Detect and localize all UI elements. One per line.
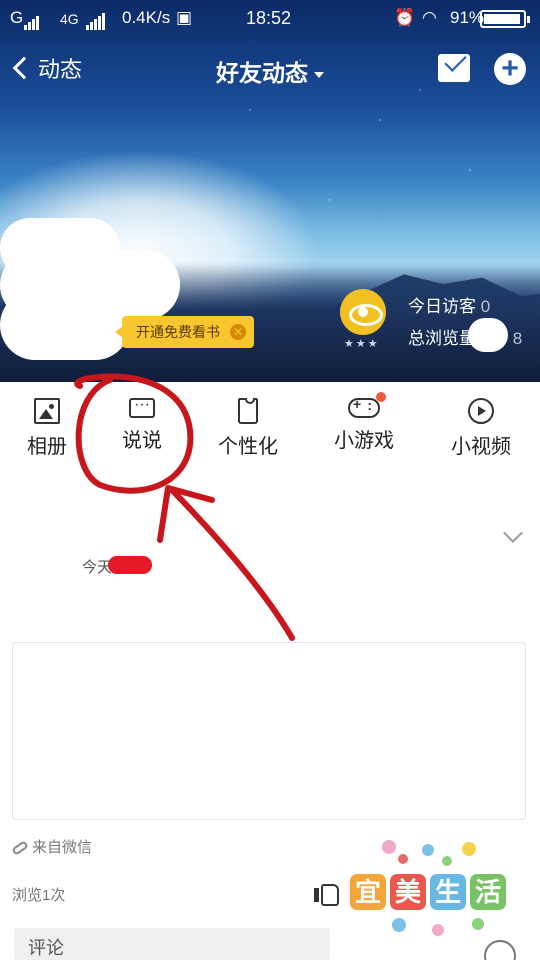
flower-decoration (462, 842, 476, 856)
tab-label: 小游戏 (334, 430, 394, 452)
tab-games[interactable]: 小游戏 (306, 382, 422, 472)
dropdown-caret-icon (314, 71, 324, 78)
visitors-today-value: 0 (480, 297, 491, 316)
flower-decoration (382, 840, 396, 854)
signal-icon (24, 10, 40, 30)
tab-short-video[interactable]: 小视频 (422, 382, 540, 472)
annotation-arrow-head (157, 485, 215, 543)
tab-label: 小视频 (451, 436, 511, 458)
chat-bubble-icon (129, 396, 155, 418)
flower-decoration (392, 918, 406, 932)
comment-input[interactable]: 评论 (14, 928, 330, 960)
add-icon[interactable]: + (494, 53, 526, 85)
photo-album-icon (34, 398, 60, 424)
post-source-text: 来自微信 (32, 839, 93, 856)
tab-label: 相册 (27, 436, 67, 458)
carrier-label-2: 4G (60, 11, 79, 27)
notification-dot (376, 392, 386, 402)
link-icon (11, 840, 29, 856)
visitors-today-label: 今日访客 (408, 297, 476, 316)
vip-promo-pill[interactable]: 开通免费看书 ✕ (115, 316, 254, 348)
feature-toolbar: 相册 说说 个性化 小游戏 小视频 (0, 382, 540, 472)
page-title-text: 好友动态 (216, 60, 308, 86)
vip-promo-text: 开通免费看书 (136, 324, 220, 340)
annotation-arrow-shaft (169, 487, 295, 641)
tab-personalize[interactable]: 个性化 (190, 382, 306, 472)
gamepad-icon (348, 396, 380, 418)
post-source: 来自微信 (11, 836, 93, 857)
total-views-value: 8 (512, 329, 523, 348)
battery-percent: 91% (450, 8, 485, 27)
watermark-char: 生 (430, 874, 466, 910)
close-icon[interactable]: ✕ (230, 324, 246, 340)
flower-decoration (398, 854, 408, 864)
screenshot-icon: ▣ (176, 8, 193, 27)
flower-decoration (472, 918, 484, 930)
watermark-logo: 宜 美 生 活 (342, 840, 512, 950)
post-content-card[interactable] (12, 642, 526, 820)
watermark-char: 活 (470, 874, 506, 910)
wifi-icon: ◠ (422, 8, 437, 27)
alarm-icon: ⏰ (394, 8, 416, 27)
signal-icon (86, 10, 106, 30)
tab-shuoshuo[interactable]: 说说 (94, 382, 190, 472)
redaction-mark (108, 556, 152, 574)
flower-decoration (432, 924, 444, 936)
watermark-char: 宜 (350, 874, 386, 910)
tab-album[interactable]: 相册 (0, 382, 94, 472)
chevron-down-icon[interactable] (503, 523, 523, 543)
eye-icon[interactable] (340, 289, 386, 335)
shirt-icon (238, 398, 258, 424)
flower-decoration (442, 856, 452, 866)
mail-icon[interactable] (438, 54, 470, 82)
total-views-label: 总浏览量 (408, 329, 476, 348)
watermark-char: 美 (390, 874, 426, 910)
redaction-blob (468, 318, 508, 352)
comment-label: 评论 (28, 938, 64, 958)
redaction-blob (0, 290, 130, 360)
view-count: 浏览1次 (12, 887, 66, 904)
visitors-today[interactable]: 今日访客 0 (408, 292, 490, 317)
tab-label: 个性化 (218, 436, 278, 458)
flower-decoration (422, 844, 434, 856)
net-speed: 0.4K/s (122, 8, 171, 27)
rating-stars-icon: ★★★ (344, 338, 380, 350)
like-icon[interactable] (314, 878, 339, 906)
carrier-label-1: G (10, 8, 24, 27)
clock: 18:52 (246, 8, 292, 28)
battery-icon (480, 10, 530, 28)
status-bar: G 4G 0.4K/s ▣ 18:52 ⏰ ◠ 91% (0, 0, 540, 36)
video-play-icon (468, 398, 494, 424)
nav-bar: 动态 好友动态 + (0, 40, 540, 100)
tab-label: 说说 (122, 430, 162, 452)
